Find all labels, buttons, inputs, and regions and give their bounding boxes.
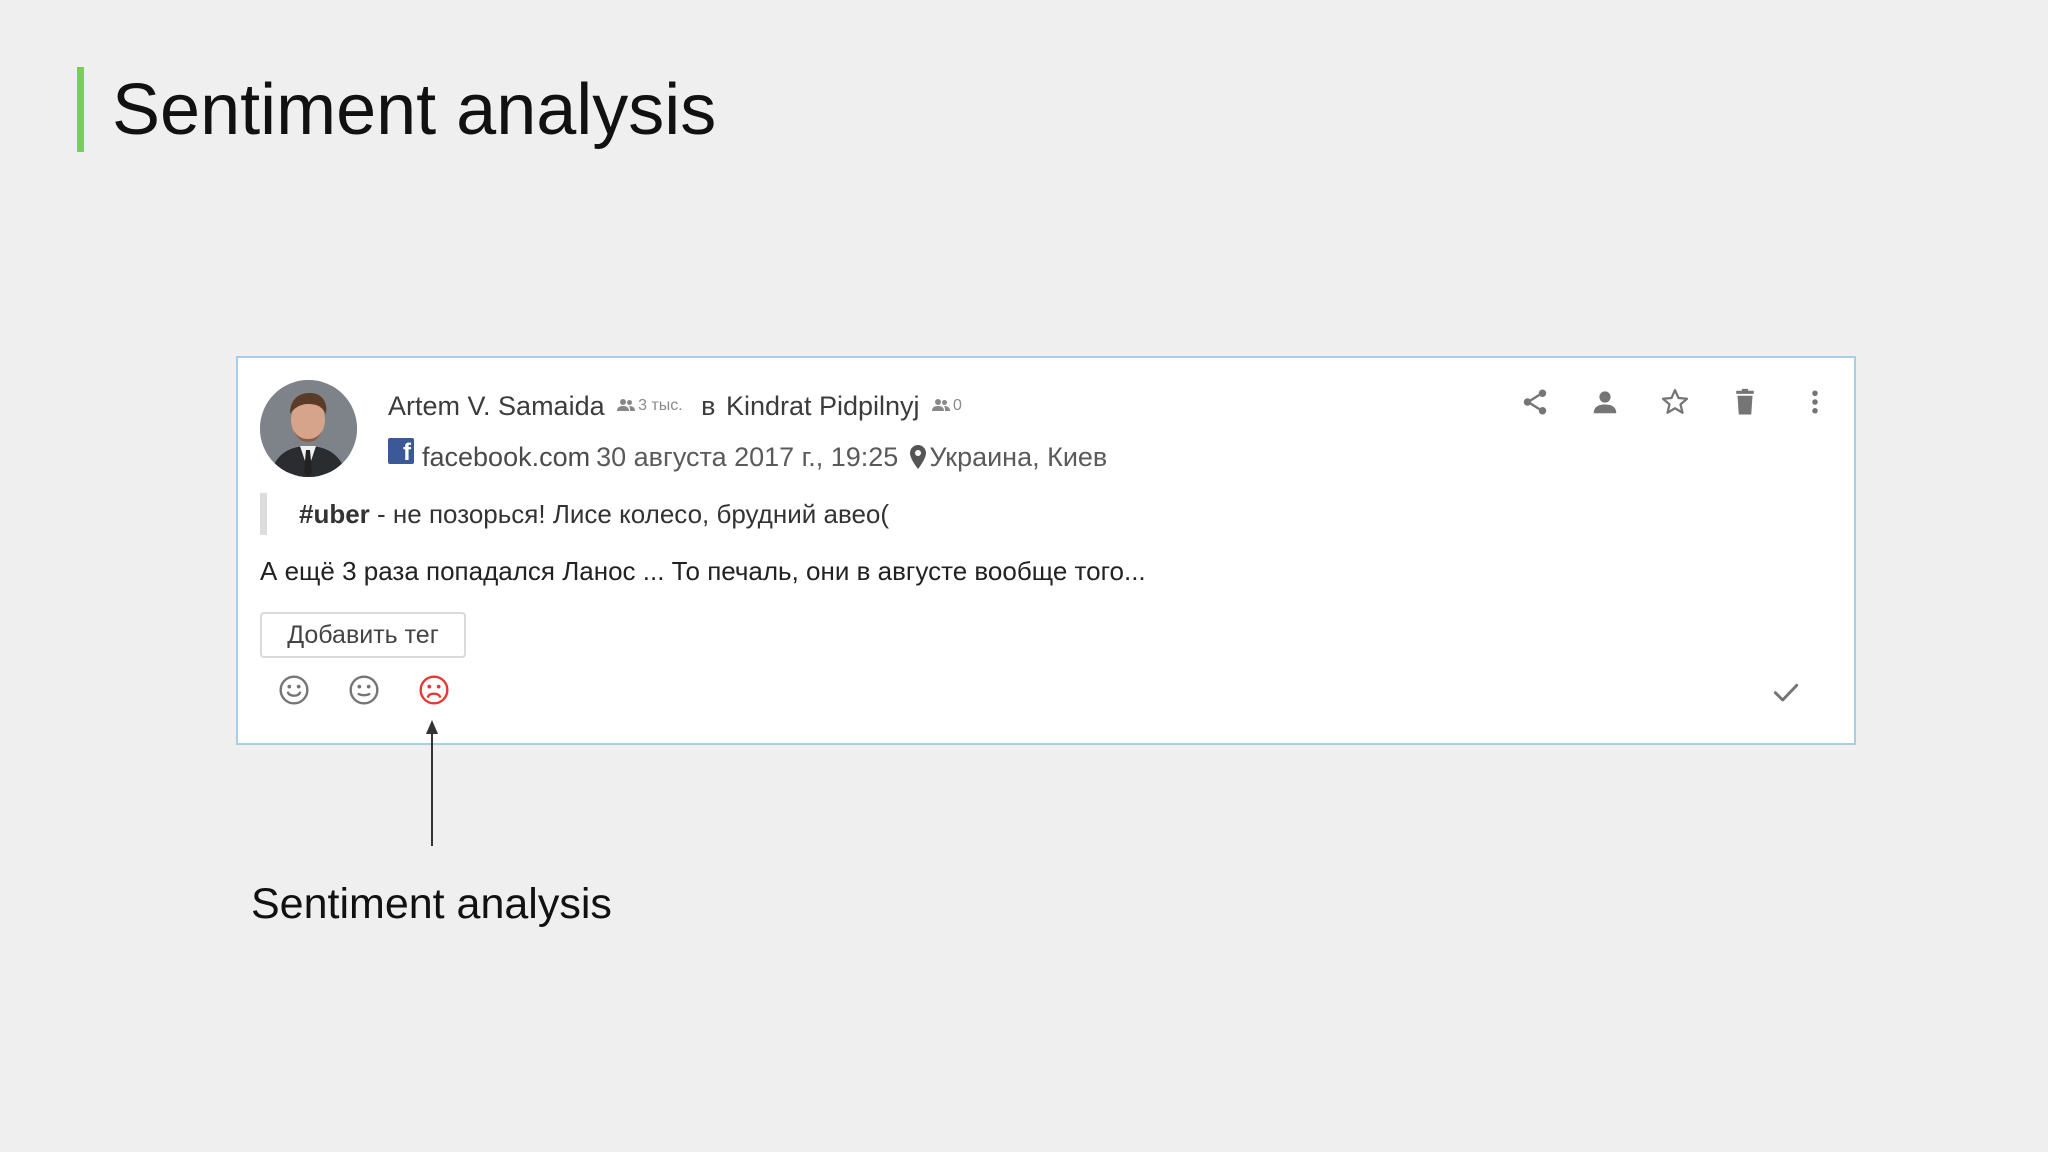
share-button[interactable]	[1518, 382, 1552, 422]
location-pin-icon	[910, 445, 927, 469]
more-vertical-icon	[1812, 390, 1818, 414]
add-tag-button[interactable]: Добавить тег	[260, 612, 466, 658]
share-icon	[1523, 389, 1547, 415]
delete-button[interactable]	[1728, 382, 1762, 422]
neutral-face-icon[interactable]	[348, 674, 380, 706]
avatar[interactable]	[260, 380, 357, 477]
person-icon	[1593, 391, 1617, 414]
post-card: Artem V. Samaida 3 тыс. в Kindrat Pidpil…	[236, 356, 1856, 745]
favorite-button[interactable]	[1658, 382, 1692, 422]
author-followers: 3 тыс.	[617, 397, 683, 414]
negative-face-icon[interactable]	[418, 674, 450, 706]
post-date[interactable]: 30 августа 2017 г., 19:25	[596, 442, 898, 472]
annotation-arrow	[426, 720, 438, 846]
people-icon	[617, 399, 636, 411]
trash-icon	[1736, 388, 1754, 415]
title-accent-bar	[77, 67, 84, 152]
quote-text: - не позорься! Лисе колесо, брудний авео…	[369, 499, 890, 529]
positive-face-icon[interactable]	[278, 674, 310, 706]
source-link[interactable]: facebook.com	[422, 442, 590, 472]
star-icon	[1661, 389, 1689, 414]
hashtag[interactable]: #uber	[299, 499, 370, 529]
facebook-icon: f	[388, 438, 414, 464]
people-icon	[932, 399, 950, 411]
slide-title: Sentiment analysis	[112, 70, 717, 150]
group-followers: 0	[932, 397, 962, 414]
author-line: Artem V. Samaida 3 тыс. в Kindrat Pidpil…	[388, 386, 962, 426]
more-button[interactable]	[1798, 382, 1832, 422]
sentiment-selector	[278, 674, 450, 706]
author-followers-count: 3 тыс.	[638, 397, 683, 414]
author-name[interactable]: Artem V. Samaida	[388, 391, 605, 421]
in-word: в	[701, 390, 716, 421]
post-body: А ещё 3 раза попадался Ланос ... То печа…	[260, 556, 1146, 586]
annotation-caption: Sentiment analysis	[251, 880, 612, 928]
avatar-photo	[260, 380, 357, 477]
group-name[interactable]: Kindrat Pidpilnyj	[726, 391, 920, 421]
author-button[interactable]	[1588, 382, 1622, 422]
group-followers-count: 0	[953, 397, 962, 414]
post-actions	[1518, 382, 1832, 422]
post-location: Украина, Киев	[929, 442, 1108, 472]
check-icon[interactable]	[1770, 676, 1802, 708]
post-quote: #uber - не позорься! Лисе колесо, брудни…	[260, 493, 889, 535]
post-meta: f facebook.com 30 августа 2017 г., 19:25 Ук…	[388, 436, 1107, 478]
